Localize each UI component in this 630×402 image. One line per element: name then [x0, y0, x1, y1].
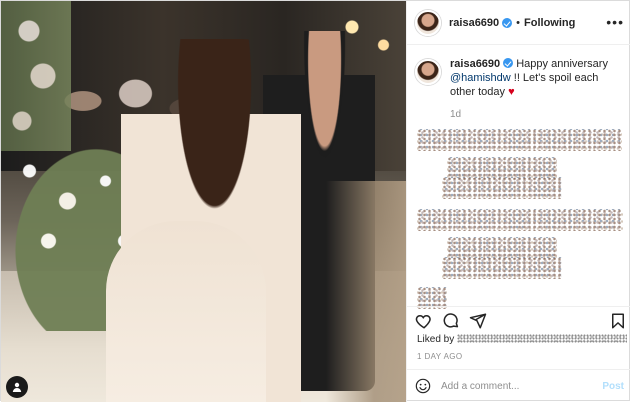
verified-badge-icon: [502, 17, 513, 28]
header-username[interactable]: raisa6690: [449, 17, 499, 29]
photo-bride-dress: [106, 221, 266, 402]
liked-by-line: Liked by: [417, 334, 627, 345]
heart-emoji: ♥: [508, 86, 515, 98]
liked-by-label: Liked by: [417, 334, 458, 345]
post-header: raisa6690 • Following •••: [407, 1, 630, 45]
emoji-icon[interactable]: [415, 378, 431, 394]
photo-blurred-foreground: [326, 181, 406, 402]
avatar[interactable]: [415, 9, 441, 36]
share-icon[interactable]: [469, 312, 487, 330]
caption-mention-link[interactable]: @hamishdw: [450, 72, 511, 84]
post-side-panel: raisa6690 • Following ••• raisa6690 Happ…: [406, 1, 630, 402]
more-options-icon[interactable]: •••: [606, 15, 624, 29]
instagram-post: raisa6690 • Following ••• raisa6690 Happ…: [0, 0, 630, 402]
add-comment-bar: Post: [407, 369, 630, 402]
caption-avatar[interactable]: [415, 59, 441, 85]
caption-text: raisa6690 Happy anniversary @hamishdw !!…: [450, 57, 626, 99]
obscured-comment: [417, 129, 622, 151]
following-button[interactable]: Following: [524, 17, 575, 29]
comment-icon[interactable]: [442, 312, 460, 330]
caption-username[interactable]: raisa6690: [450, 58, 500, 70]
post-comment-button[interactable]: Post: [602, 381, 624, 392]
photo-flowers-top: [1, 1, 71, 151]
obscured-comment: [447, 157, 557, 179]
caption-body-start: Happy anniversary: [516, 58, 608, 70]
bookmark-icon[interactable]: [609, 312, 627, 330]
obscured-comment: [442, 177, 562, 199]
post-actions: [415, 312, 627, 332]
post-timestamp[interactable]: 1 DAY AGO: [417, 352, 463, 361]
obscured-comment: [447, 237, 557, 259]
caption: raisa6690 Happy anniversary @hamishdw !!…: [415, 57, 627, 99]
divider: [407, 306, 630, 307]
tag-user-icon[interactable]: [6, 376, 28, 398]
obscured-comment: [442, 257, 562, 279]
verified-badge-icon: [503, 58, 514, 68]
heart-icon[interactable]: [415, 312, 433, 330]
comment-input[interactable]: [441, 380, 597, 392]
post-photo[interactable]: [1, 1, 406, 402]
obscured-comment: [417, 209, 623, 231]
caption-timestamp[interactable]: 1d: [450, 109, 461, 120]
follow-separator: •: [516, 16, 521, 29]
comments-list-obscured: [417, 129, 625, 309]
liked-by-names-obscured[interactable]: [457, 334, 627, 343]
